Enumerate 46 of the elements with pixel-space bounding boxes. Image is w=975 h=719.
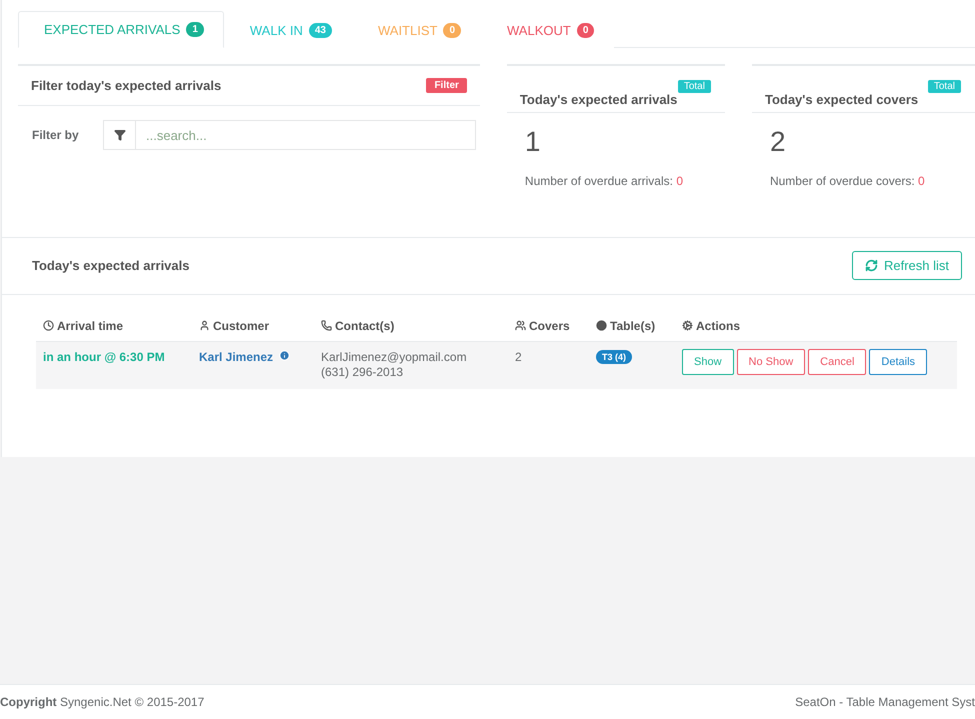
arrival-time: in an hour @ 6:30 PM bbox=[43, 350, 165, 364]
column-header: Arrival time bbox=[57, 318, 124, 332]
filter-by-label: Filter by bbox=[32, 128, 80, 142]
covers-count: 2 bbox=[515, 350, 522, 364]
count-badge: 0 bbox=[443, 22, 462, 38]
filter-icon bbox=[114, 129, 126, 141]
users-icon bbox=[515, 320, 526, 331]
app-name: SeatOn - Table Management Syst bbox=[795, 695, 975, 709]
action-button[interactable]: Details bbox=[869, 349, 928, 375]
column-header: Table(s) bbox=[610, 318, 656, 332]
action-button[interactable]: Show bbox=[682, 349, 734, 375]
clock-icon bbox=[43, 320, 54, 331]
info-icon[interactable] bbox=[279, 350, 290, 361]
column-header: Covers bbox=[529, 318, 570, 332]
column-header: Actions bbox=[696, 318, 740, 332]
stat-value: 1 bbox=[524, 125, 542, 158]
copyright-text: Copyright Syngenic.Net © 2015-2017 bbox=[0, 695, 204, 709]
panel-title: Filter today's expected arrivals bbox=[31, 78, 222, 93]
overdue-note: Number of overdue arrivals: 0 bbox=[524, 173, 684, 190]
action-button[interactable]: Cancel bbox=[808, 349, 866, 375]
tab[interactable]: EXPECTED ARRIVALS 1 bbox=[18, 11, 224, 48]
refresh-icon bbox=[864, 259, 878, 272]
customer-link[interactable]: Karl Jimenez bbox=[199, 350, 274, 364]
overdue-note: Number of overdue covers: 0 bbox=[768, 173, 926, 190]
user-icon bbox=[199, 320, 210, 331]
section-title: Today's expected arrivals bbox=[32, 258, 190, 273]
count-badge: 43 bbox=[308, 22, 332, 38]
stat-title: Today's expected arrivals bbox=[520, 92, 678, 107]
search-box[interactable]: ...search... bbox=[103, 120, 476, 150]
action-button[interactable]: No Show bbox=[736, 349, 806, 375]
phone-number: (631) 296-2013 bbox=[321, 365, 404, 379]
total-label: Total bbox=[678, 80, 711, 93]
phone-icon bbox=[321, 320, 332, 331]
count-badge: 0 bbox=[576, 22, 594, 38]
circle-icon bbox=[596, 320, 607, 331]
stat-title: Today's expected covers bbox=[764, 92, 918, 107]
table-badge: T3 (4) bbox=[596, 350, 632, 364]
total-label: Total bbox=[928, 80, 961, 93]
gear-icon bbox=[682, 320, 693, 331]
email: KarlJimenez@yopmail.com bbox=[321, 350, 467, 364]
filter-label: Filter bbox=[426, 78, 467, 93]
stat-value: 2 bbox=[768, 125, 787, 158]
column-header: Customer bbox=[213, 318, 270, 332]
refresh-button[interactable]: Refresh list bbox=[852, 251, 962, 280]
column-header: Contact(s) bbox=[335, 318, 394, 332]
count-badge: 1 bbox=[186, 22, 204, 37]
